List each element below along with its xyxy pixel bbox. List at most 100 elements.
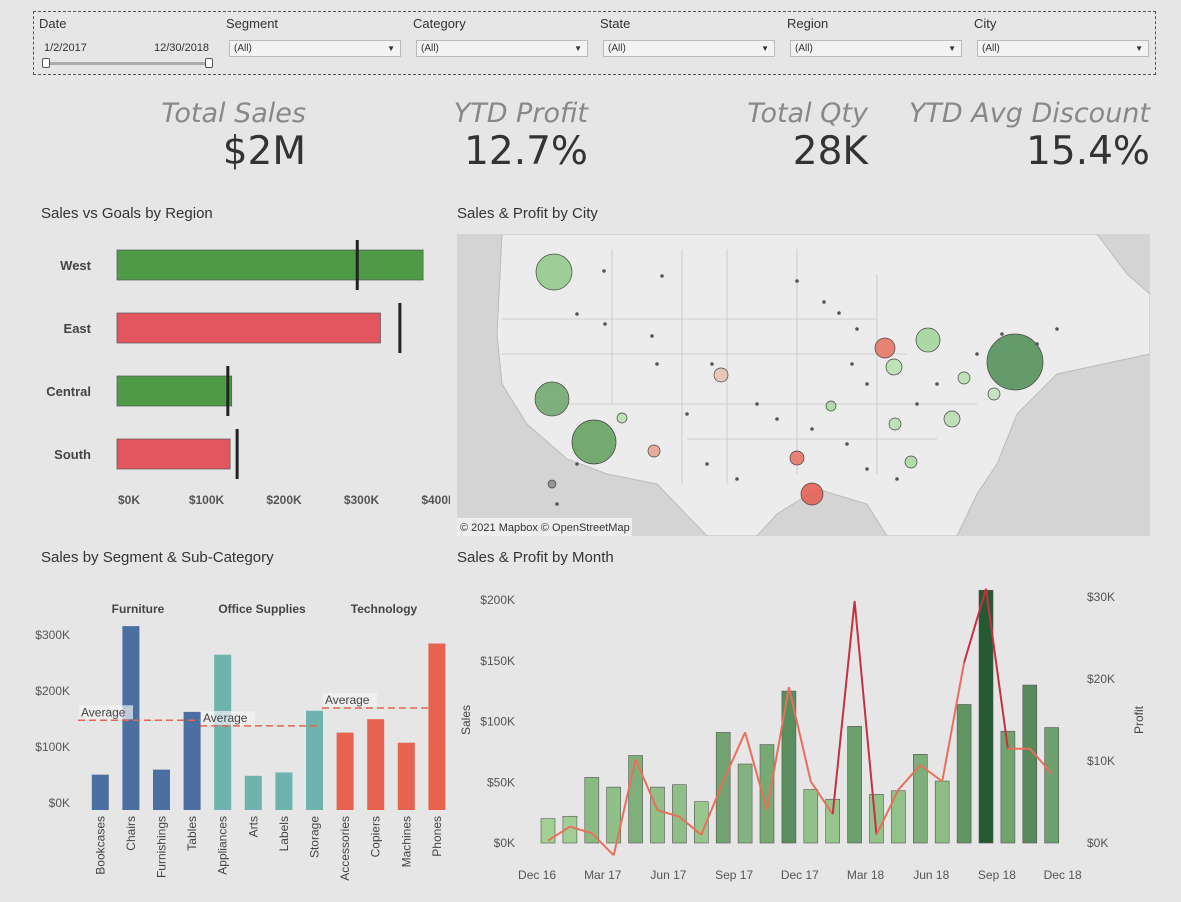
city-bubble: [713, 367, 729, 383]
x-tick-label: Sep 17: [715, 868, 753, 882]
state-dropdown-value: (All): [608, 43, 626, 54]
subcategory-label: Copiers: [369, 816, 383, 857]
y-axis-label: Sales: [459, 705, 473, 735]
subcategory-label: Phones: [430, 816, 444, 857]
sales-bar: [869, 794, 884, 844]
state-dropdown[interactable]: (All) ▼: [603, 40, 775, 57]
region-filter: Region (All) ▼: [787, 16, 962, 57]
city-bubble: [534, 381, 570, 417]
city-dot: [655, 362, 659, 366]
city-dot: [822, 300, 826, 304]
goals-chart-title: Sales vs Goals by Region: [41, 205, 213, 222]
subcategory-label: Labels: [277, 816, 291, 851]
kpi-value: $2M: [222, 129, 306, 174]
city-dot: [735, 477, 739, 481]
subcategory-bar: [244, 775, 262, 810]
region-label: South: [54, 447, 91, 462]
date-slider-track[interactable]: [46, 62, 211, 65]
region-dropdown[interactable]: (All) ▼: [790, 40, 962, 57]
y-tick-label: $0K: [494, 836, 515, 850]
category-dropdown-value: (All): [421, 43, 439, 54]
subcategory-label: Arts: [246, 816, 260, 837]
average-label: Average: [81, 705, 126, 719]
sales-bar: [116, 438, 231, 470]
city-dot: [555, 502, 559, 506]
x-tick-label: $0K: [118, 493, 140, 507]
city-dot: [650, 334, 654, 338]
city-bubble: [616, 412, 628, 424]
sales-bar: [1022, 684, 1038, 844]
date-slider-end-handle[interactable]: [205, 58, 213, 68]
region-label: Central: [46, 384, 91, 399]
sales-bar: [116, 312, 381, 344]
kpi-label: Total Sales: [161, 98, 306, 129]
city-filter-label: City: [974, 16, 997, 31]
city-dropdown[interactable]: (All) ▼: [977, 40, 1149, 57]
segment-chart-title: Sales by Segment & Sub-Category: [41, 549, 274, 566]
x-tick-label: Dec 18: [1044, 868, 1082, 882]
date-slider-start-handle[interactable]: [42, 58, 50, 68]
goal-marker: [235, 429, 239, 479]
x-tick-label: Mar 18: [847, 868, 885, 882]
city-bubble: [825, 400, 837, 412]
city-dot: [705, 462, 709, 466]
y-tick-label: $200K: [35, 684, 70, 698]
city-bubble: [885, 358, 903, 376]
city-dot: [755, 402, 759, 406]
subcategory-bar: [91, 774, 109, 810]
date-start: 1/2/2017: [44, 42, 87, 54]
city-dot: [1055, 327, 1059, 331]
region-dropdown-value: (All): [795, 43, 813, 54]
city-bubble: [547, 479, 557, 489]
segment-filter: Segment (All) ▼: [226, 16, 401, 57]
month-chart: $0K $50K $100K $150K $200K $0K $10K $20K $30K Sal…: [459, 588, 1146, 882]
city-dot: [850, 362, 854, 366]
group-label: Furniture: [112, 602, 165, 616]
subcategory-label: Appliances: [216, 816, 230, 875]
average-label: Average: [325, 693, 370, 707]
city-dot: [685, 412, 689, 416]
city-dot: [935, 382, 939, 386]
kpi-label: YTD Avg Discount: [908, 98, 1150, 129]
sales-bar: [1044, 727, 1060, 844]
x-tick-label: Dec 16: [518, 868, 556, 882]
city-bubble: [904, 455, 918, 469]
y-tick-label: $0K: [49, 796, 70, 810]
city-dot: [895, 477, 899, 481]
city-bubble: [987, 387, 1001, 401]
sales-bar: [847, 726, 862, 844]
chevron-down-icon: ▼: [761, 44, 769, 53]
x-tick-label: $200K: [266, 493, 302, 507]
subcategory-bar: [367, 719, 385, 810]
city-dot: [837, 311, 841, 315]
y-tick-label: $300K: [35, 628, 70, 642]
city-dot: [575, 462, 579, 466]
city-bubble: [874, 337, 896, 359]
category-dropdown[interactable]: (All) ▼: [416, 40, 588, 57]
goal-marker: [226, 366, 230, 416]
subcategory-bar: [428, 643, 446, 810]
filter-bar: Date 1/2/2017 12/30/2018 Segment (All) ▼ …: [33, 11, 1156, 75]
state-filter: State (All) ▼: [600, 16, 775, 57]
subcategory-label: Chairs: [124, 816, 138, 851]
y-tick-label: $150K: [480, 654, 515, 668]
city-dot: [1035, 342, 1039, 346]
segment-dropdown[interactable]: (All) ▼: [229, 40, 401, 57]
kpi-total-qty: Total Qty 28K: [747, 98, 868, 174]
kpi-value: 15.4%: [1026, 129, 1150, 174]
month-chart-title: Sales & Profit by Month: [457, 549, 614, 566]
city-bubble: [943, 410, 961, 428]
city-dot: [855, 327, 859, 331]
goal-marker: [355, 240, 359, 290]
city-bubble: [789, 450, 805, 466]
city-dot: [915, 402, 919, 406]
kpi-value: 12.7%: [464, 129, 588, 174]
sales-bar: [672, 784, 687, 844]
kpi-label: Total Qty: [747, 98, 868, 129]
city-map[interactable]: © 2021 Mapbox © OpenStreetMap: [457, 234, 1150, 536]
subcategory-bar: [153, 769, 170, 810]
y-tick-label: $100K: [35, 740, 70, 754]
sales-bar: [956, 704, 972, 844]
city-bubble: [986, 333, 1044, 391]
sales-bar: [737, 763, 753, 844]
